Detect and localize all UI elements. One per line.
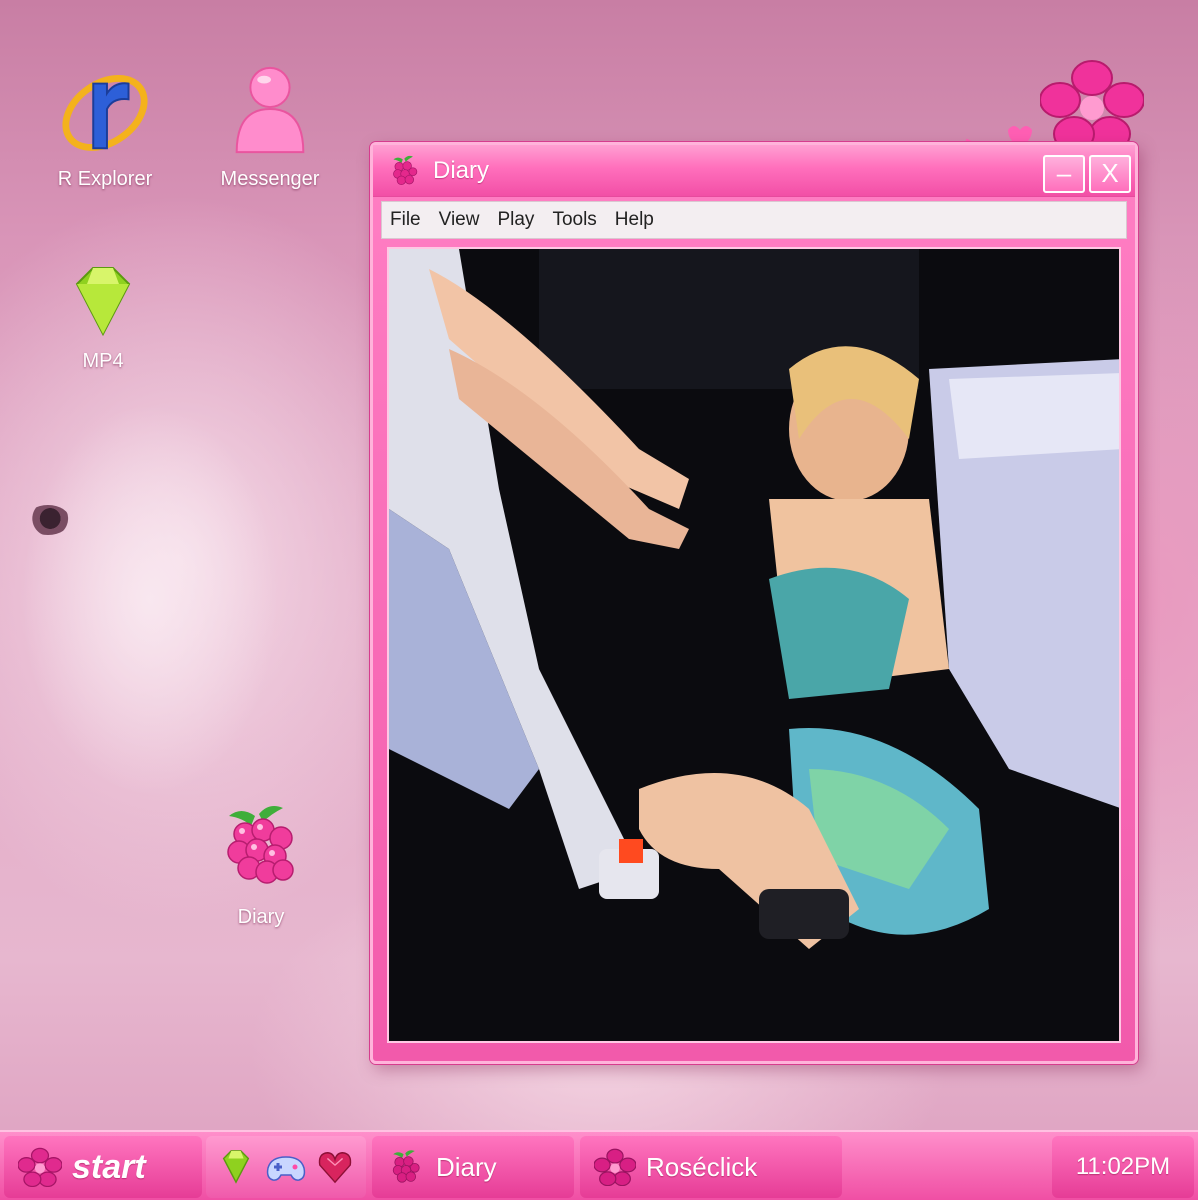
photo-viewer [387, 247, 1121, 1043]
desktop-icon-r-explorer[interactable]: R Explorer [30, 62, 180, 191]
menu-play[interactable]: Play [497, 209, 534, 231]
raspberry-icon [227, 806, 294, 884]
wallpaper-dog [0, 300, 360, 860]
window-titlebar[interactable]: Diary – X [373, 145, 1135, 197]
menu-bar: File View Play Tools Help [381, 201, 1127, 239]
photo-image [389, 249, 1119, 1041]
window-title: Diary [433, 156, 490, 184]
flower-icon [594, 1148, 636, 1186]
flower-icon [18, 1147, 62, 1187]
start-label: start [72, 1147, 146, 1186]
minimize-button[interactable]: – [1043, 155, 1085, 193]
taskbar-item-label: Roséclick [646, 1151, 758, 1182]
desktop-icon-label: R Explorer [57, 168, 153, 190]
desktop-icon-label: Diary [237, 906, 285, 928]
heart-gem-icon[interactable] [316, 1148, 354, 1186]
flower-icon [1040, 60, 1144, 150]
raspberry-icon [393, 155, 418, 185]
desktop-icon-mp4[interactable]: MP4 [28, 262, 178, 373]
start-button[interactable]: start [4, 1136, 202, 1198]
menu-view[interactable]: View [439, 209, 480, 231]
quick-launch [206, 1136, 366, 1198]
taskbar-item-diary[interactable]: Diary [372, 1136, 574, 1198]
close-button[interactable]: X [1089, 155, 1131, 193]
clock-time: 11:02PM [1075, 1153, 1171, 1180]
menu-tools[interactable]: Tools [552, 209, 596, 231]
desktop-icon-diary[interactable]: Diary [186, 798, 336, 929]
desktop-icon-messenger[interactable]: Messenger [195, 62, 345, 191]
menu-file[interactable]: File [390, 209, 421, 231]
desktop-icon-label: Messenger [220, 168, 320, 190]
gem-icon [75, 267, 131, 337]
taskbar: start Diary Roséclick 11:02PM [0, 1130, 1198, 1200]
gem-icon[interactable] [216, 1148, 256, 1186]
diary-window[interactable]: Diary – X File View Play Tools Help [370, 142, 1138, 1064]
desktop-icon-label: MP4 [82, 350, 124, 372]
taskbar-item-label: Diary [436, 1151, 497, 1182]
taskbar-item-roseclick[interactable]: Roséclick [580, 1136, 842, 1198]
wallpaper-dog-eye [26, 505, 70, 535]
gamepad-icon[interactable] [264, 1148, 308, 1186]
raspberry-icon [392, 1150, 420, 1183]
messenger-icon [235, 66, 305, 154]
system-clock[interactable]: 11:02PM [1052, 1136, 1194, 1198]
r-explorer-icon [62, 75, 148, 151]
menu-help[interactable]: Help [615, 209, 654, 231]
